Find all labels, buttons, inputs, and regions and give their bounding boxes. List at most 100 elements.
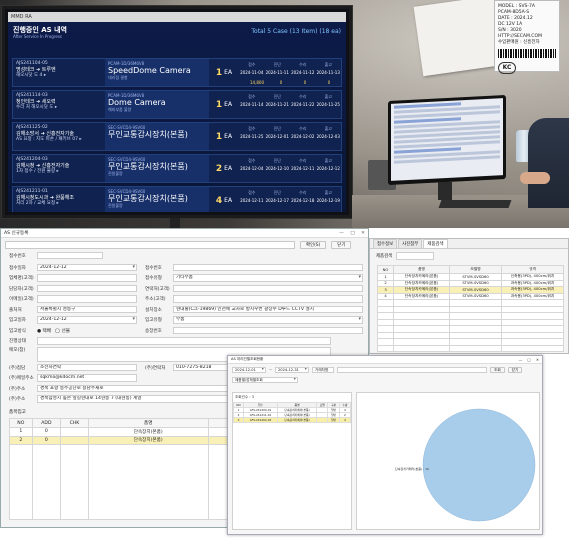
- email-field[interactable]: [37, 295, 137, 303]
- date-value: 2024-12-01: [265, 134, 289, 139]
- category-select[interactable]: 기타부품: [173, 274, 363, 282]
- close-button[interactable]: 닫기: [331, 241, 352, 249]
- composite-screenshot: MODEL : SVS-7A PCAM-8D5A-S DATE : 2024.1…: [0, 0, 569, 538]
- tab-receipt-info[interactable]: 접수정보: [373, 239, 398, 248]
- col-header[interactable]: NO: [377, 265, 394, 274]
- contact-email-field[interactable]: sqkmo@kdocm.net: [37, 374, 137, 382]
- extra-value: 0: [327, 80, 331, 85]
- date-value: 2024-11-13: [316, 70, 340, 75]
- email-label: 이메일(고객): [9, 297, 34, 302]
- tv-as-row: AJS241104-05 명성테크 ➜ 트루엔 해오시닷 도 4 ▸ PCAM-…: [12, 58, 342, 87]
- customer-field[interactable]: [37, 274, 137, 282]
- date-value: 2024-11-04: [240, 70, 264, 75]
- confirm-button[interactable]: 확인(S): [300, 241, 327, 249]
- table-row[interactable]: 1 AFS-241204-01 단속장치카메라(본품) 일반 4: [232, 407, 352, 413]
- date-head: 출고: [324, 126, 332, 131]
- product-search-input[interactable]: [396, 252, 435, 260]
- cell-add: 0: [31, 427, 62, 437]
- qty-value: 1: [215, 99, 223, 110]
- in-type-select[interactable]: 부품: [173, 316, 363, 324]
- receipt-no-row: 접수번호: [5, 251, 103, 260]
- date-value: 2024-12-02: [291, 134, 315, 139]
- desk-monitor-screen: [391, 98, 503, 181]
- minimize-icon[interactable]: —: [339, 231, 344, 236]
- table-row[interactable]: 2 AFS-241211-01 단속장치카메라(본품) 일반 2: [232, 412, 352, 418]
- date-value: 2024-12-12: [316, 166, 340, 171]
- client-filter-input[interactable]: [337, 366, 488, 373]
- qty-unit: EA: [224, 197, 233, 204]
- cell-no: 1: [9, 427, 33, 437]
- table-row[interactable]: 3 AFS-241204-03 단속장치카메라(본품) 일반 4: [232, 417, 352, 423]
- radio-courier[interactable]: ● 택배: [37, 328, 51, 334]
- origin-field[interactable]: 서울특별시 성동구: [37, 305, 137, 314]
- col-header[interactable]: NO: [9, 418, 33, 428]
- date-value: 2024-12-10: [265, 166, 289, 171]
- contact-a-field[interactable]: 소전자연락: [37, 363, 137, 372]
- date-head: 출고: [324, 190, 332, 195]
- popup-close-button[interactable]: 닫기: [507, 366, 523, 373]
- cell-chk[interactable]: [60, 435, 89, 445]
- date-head: 수리: [299, 94, 307, 99]
- site-label: 설치장소: [145, 307, 162, 313]
- maximize-icon[interactable]: □: [527, 358, 530, 362]
- date-head: 수리: [299, 62, 307, 67]
- date-value: 2024-11-22: [291, 102, 315, 107]
- pie-chart: [422, 408, 536, 522]
- tv-row-left: AJS241204-03 김해시청 ➜ 신흥전자기술 1차 접수 / 전원 불량…: [13, 155, 105, 182]
- receipt-no-field[interactable]: [37, 251, 103, 260]
- receipt-date-field[interactable]: 2024-12-12: [37, 263, 137, 272]
- cell-qty: 4: [338, 417, 352, 423]
- date-head: 접수: [248, 62, 256, 67]
- in-date-field[interactable]: 2024-12-12: [37, 316, 137, 324]
- contact-person-field[interactable]: [37, 284, 137, 293]
- site-field[interactable]: 현대출(C크-19869) 인천에 교차로 방지우번 광장수 D루드 CCTV …: [173, 305, 363, 314]
- cell-chk[interactable]: [60, 427, 89, 437]
- items-title: 품목입고: [9, 410, 26, 415]
- date-head: 출고: [324, 158, 332, 163]
- col-header[interactable]: 모델명: [449, 265, 502, 274]
- qty-unit: EA: [224, 165, 233, 172]
- qty-unit: EA: [224, 101, 233, 108]
- receipt-search-input[interactable]: [5, 241, 295, 249]
- col-header[interactable]: ADD: [31, 418, 62, 428]
- status-field[interactable]: [37, 337, 331, 345]
- col-header[interactable]: 규격: [501, 265, 564, 274]
- qty-value: 2: [215, 163, 223, 174]
- group-select[interactable]: 제품별/업체별조회: [232, 376, 298, 383]
- col-header[interactable]: CHK: [60, 418, 89, 428]
- receipt-no2-field[interactable]: [173, 263, 363, 272]
- cell-model: [316, 417, 329, 423]
- main-titlebar: AS 신규등록 — □ ✕: [1, 229, 368, 238]
- col-header[interactable]: 품명: [393, 265, 450, 274]
- tv-window-bar: MMD RA: [8, 12, 346, 22]
- tab-product-search[interactable]: 제품검색: [423, 239, 448, 248]
- cell-spec: 신축용(3PD), 400cm/위치: [501, 273, 564, 281]
- close-icon[interactable]: ✕: [536, 358, 539, 362]
- tel-field[interactable]: [173, 284, 363, 293]
- date-to-field[interactable]: 2024-12-31: [275, 366, 310, 373]
- col-header[interactable]: 품명: [87, 418, 209, 428]
- contact-person-label: 담당자(고객): [9, 286, 34, 292]
- tv-row-product-sub: 전원불량: [108, 203, 123, 208]
- date-head: 진단: [273, 62, 281, 67]
- date-from-field[interactable]: 2024-12-01: [232, 366, 266, 373]
- close-icon[interactable]: ✕: [361, 231, 365, 236]
- tv-row-product: SEC-SVCD4-9SV60 무인교통감시장치(본품) 전원불량: [105, 187, 209, 212]
- cell-spec: 과속용(3PD), 400cm/위치: [501, 286, 564, 294]
- radio-prepaid[interactable]: ◯ 선불: [55, 328, 70, 334]
- tv-row-product: SEC-SVCD4-9SV60 무인교통감시장치(본품): [105, 123, 209, 150]
- cell-name: 단속장치(본품): [87, 435, 209, 445]
- origin-label: 출처처: [9, 307, 22, 313]
- address-field[interactable]: [173, 295, 363, 303]
- minimize-icon[interactable]: —: [519, 358, 523, 362]
- client-filter-field[interactable]: 거래처명: [312, 366, 335, 373]
- date-head: 접수: [248, 126, 256, 131]
- search-button[interactable]: 조회: [490, 366, 505, 373]
- tab-photo-attach[interactable]: 사진첨부: [398, 239, 423, 248]
- invoice-field[interactable]: [173, 326, 363, 335]
- date-head: 수리: [299, 190, 307, 195]
- tv-title: 진행중인 AS 내역: [13, 26, 67, 34]
- contact-a-label: (주)접담: [9, 365, 26, 371]
- maximize-icon[interactable]: □: [350, 231, 354, 236]
- tv-rows: AJS241104-05 명성테크 ➜ 트루엔 해오시닷 도 4 ▸ PCAM-…: [12, 58, 342, 212]
